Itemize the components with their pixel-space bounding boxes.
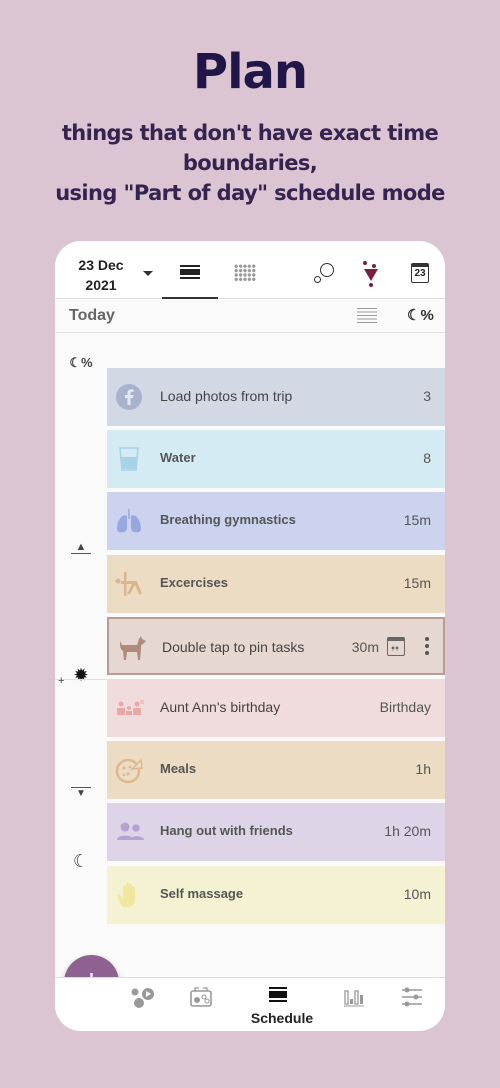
task-row[interactable]: Meals 1h — [107, 741, 445, 800]
date-selector[interactable]: 23 Dec 2021 — [73, 255, 129, 295]
filter-icon-dot — [372, 264, 376, 268]
calendar-button[interactable]: 23 — [411, 263, 429, 283]
task-name: Breathing gymnastics — [160, 512, 296, 528]
promo-subtitle-line1: things that don't have exact time bounda… — [61, 121, 439, 175]
water-glass-icon — [115, 445, 143, 473]
task-row[interactable]: Excercises 15m — [107, 554, 445, 613]
task-row[interactable]: Double tap to pin tasks 30m — [107, 616, 445, 675]
schedule-icon — [269, 987, 287, 1002]
task-name: Double tap to pin tasks — [162, 638, 305, 655]
grid-view-icon — [234, 264, 256, 282]
noon-icon: ✹ — [73, 665, 89, 685]
task-value: 3 — [423, 388, 431, 404]
search-icon — [320, 263, 334, 277]
task-name: Water — [160, 450, 196, 466]
task-name: Self massage — [160, 885, 244, 901]
promo-subtitle-line2: using "Part of day" schedule mode — [55, 181, 445, 205]
sub-bar: Today ☾% — [55, 299, 445, 333]
dropdown-arrow-icon[interactable] — [143, 271, 153, 276]
task-name: Meals — [160, 761, 197, 777]
task-value: 1h — [415, 761, 431, 778]
filter-icon-dot — [363, 261, 367, 265]
nav-stats[interactable] — [330, 984, 378, 1028]
top-bar: 23 Dec 2021 23 — [55, 241, 445, 299]
stats-icon — [344, 990, 364, 1007]
facebook-icon — [115, 383, 143, 411]
task-value: Birthday — [379, 699, 431, 715]
more-options-icon[interactable] — [425, 635, 431, 658]
nav-radio[interactable] — [177, 984, 225, 1028]
task-name: Hang out with friends — [160, 823, 293, 839]
list-view-icon — [180, 265, 200, 279]
search-icon-small-circle — [314, 276, 321, 283]
task-row[interactable]: Self massage 10m — [107, 865, 445, 924]
part-of-day-icon[interactable]: ☾% — [407, 306, 434, 324]
nav-habits[interactable] — [119, 984, 167, 1028]
date-year: 2021 — [85, 277, 117, 293]
anytime-icon: ☾% — [69, 355, 93, 370]
filter-icon — [364, 269, 378, 281]
task-row[interactable]: Water 8 — [107, 430, 445, 489]
friends-icon — [115, 818, 144, 846]
filter-button[interactable] — [361, 261, 383, 287]
task-value: 15m — [403, 512, 431, 529]
promo-title: Plan — [192, 44, 308, 100]
morning-icon: ▲ — [71, 541, 91, 554]
tab-list-view[interactable] — [162, 241, 218, 299]
compact-list-icon[interactable] — [357, 308, 377, 323]
hand-icon — [115, 881, 143, 909]
task-value: 15m — [403, 574, 431, 591]
night-icon: ☾ — [72, 851, 90, 871]
exercise-icon — [115, 570, 143, 598]
calendar-icon: 23 — [414, 268, 426, 279]
nav-schedule[interactable]: Schedule — [251, 984, 313, 1028]
add-here-icon[interactable]: + — [58, 675, 64, 687]
nav-settings[interactable] — [388, 984, 436, 1028]
task-row[interactable]: Load photos from trip 3 — [107, 368, 445, 426]
dog-icon — [117, 634, 146, 662]
task-value: 10m — [403, 885, 431, 902]
task-value: 1h 20m — [384, 823, 431, 840]
bottom-nav: Schedule — [55, 977, 445, 1031]
radio-icon — [190, 987, 212, 1007]
task-row[interactable]: Breathing gymnastics 15m — [107, 492, 445, 551]
settings-sliders-icon — [402, 987, 422, 1007]
nav-schedule-label: Schedule — [250, 1010, 314, 1026]
task-row[interactable]: Hang out with friends 1h 20m — [107, 803, 445, 862]
pizza-icon — [115, 756, 143, 784]
phone-screen: 23 Dec 2021 23 Today ☾% ☾% ▲ ✹ + ▼ ☾ Loa… — [55, 241, 445, 1031]
reschedule-calendar-icon[interactable] — [387, 636, 405, 656]
task-name: Aunt Ann's birthday — [160, 699, 281, 715]
lungs-icon — [115, 507, 143, 535]
promo-subtitle: things that don't have exact time bounda… — [0, 118, 500, 208]
task-name: Excercises — [160, 574, 228, 590]
task-row[interactable]: Aunt Ann's birthday Birthday — [107, 679, 445, 737]
task-name: Load photos from trip — [160, 388, 293, 404]
task-value: 30m — [351, 638, 379, 655]
today-label: Today — [69, 307, 115, 324]
family-icon — [115, 694, 144, 722]
date-day-month: 23 Dec — [78, 257, 124, 273]
habits-icon — [131, 988, 154, 1008]
tab-grid-view[interactable] — [227, 261, 261, 285]
evening-icon: ▼ — [71, 787, 91, 800]
search-button[interactable] — [312, 261, 338, 287]
filter-icon-dot — [369, 283, 373, 287]
task-value: 8 — [423, 450, 431, 467]
